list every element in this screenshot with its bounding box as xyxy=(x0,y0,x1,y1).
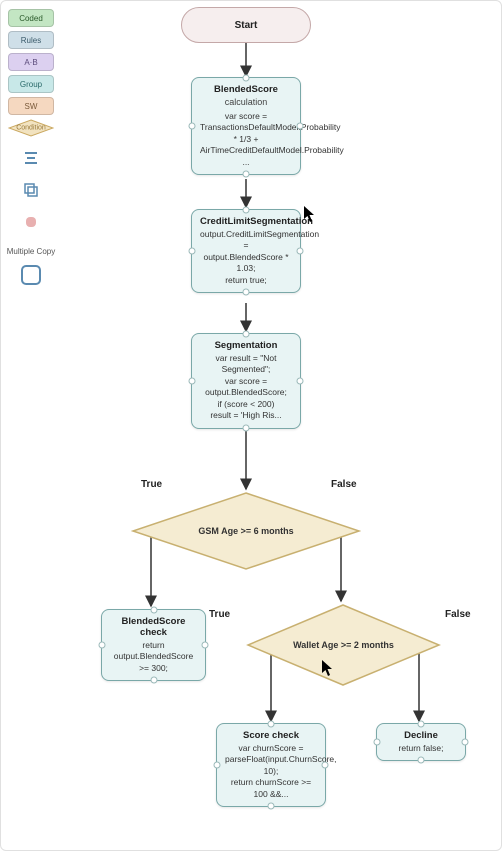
node-sub: calculation xyxy=(200,97,292,107)
node-decline[interactable]: Decline return false; xyxy=(376,723,466,761)
edge-label-false: False xyxy=(331,479,357,490)
node-title: Score check xyxy=(225,730,317,741)
palette-rules[interactable]: Rules xyxy=(8,31,54,49)
palette-group[interactable]: Group xyxy=(8,75,54,93)
palette-condition[interactable]: Condition xyxy=(8,119,54,137)
multiple-copy-button[interactable] xyxy=(21,265,41,285)
palette-coded[interactable]: Coded xyxy=(8,9,54,27)
edge-label-true: True xyxy=(141,479,162,490)
sidebar-palette: Coded Rules A·B Group SW Condition Multi… xyxy=(5,9,57,285)
multiple-copy-label: Multiple Copy xyxy=(7,247,55,257)
node-title: Segmentation xyxy=(200,340,292,351)
edge-label-false: False xyxy=(445,609,471,620)
start-label: Start xyxy=(235,20,258,31)
start-node[interactable]: Start xyxy=(181,7,311,43)
condition-label: GSM Age >= 6 months xyxy=(143,526,350,536)
shape-icon[interactable] xyxy=(20,211,42,233)
node-blendedcheck[interactable]: BlendedScore check return output.Blended… xyxy=(101,609,206,681)
node-body: return output.BlendedScore >= 300; xyxy=(110,640,197,674)
node-creditlimit[interactable]: CreditLimitSegmentation output.CreditLim… xyxy=(191,209,301,293)
node-body: var result = "Not Segmented"; var score … xyxy=(200,353,292,422)
copy-icon[interactable] xyxy=(20,179,42,201)
palette-sw[interactable]: SW xyxy=(8,97,54,115)
node-title: CreditLimitSegmentation xyxy=(200,216,292,227)
node-body: var churnScore = parseFloat(input.ChurnS… xyxy=(225,743,317,800)
edge-label-true: True xyxy=(209,609,230,620)
palette-ab[interactable]: A·B xyxy=(8,53,54,71)
palette-condition-label: Condition xyxy=(16,125,46,132)
node-body: return false; xyxy=(385,743,457,754)
node-title: BlendedScore xyxy=(200,84,292,95)
node-title: Decline xyxy=(385,730,457,741)
node-title: BlendedScore check xyxy=(110,616,197,638)
node-body: output.CreditLimitSegmentation = output.… xyxy=(200,229,292,286)
node-scorecheck[interactable]: Score check var churnScore = parseFloat(… xyxy=(216,723,326,807)
node-segmentation[interactable]: Segmentation var result = "Not Segmented… xyxy=(191,333,301,429)
align-icon[interactable] xyxy=(20,147,42,169)
node-body: var score = TransactionsDefaultModel.Pro… xyxy=(200,111,292,168)
condition-gsm[interactable]: GSM Age >= 6 months xyxy=(131,491,361,571)
node-blendedscore[interactable]: BlendedScore calculation var score = Tra… xyxy=(191,77,301,175)
condition-wallet[interactable]: Wallet Age >= 2 months xyxy=(246,603,441,687)
condition-label: Wallet Age >= 2 months xyxy=(256,640,432,650)
